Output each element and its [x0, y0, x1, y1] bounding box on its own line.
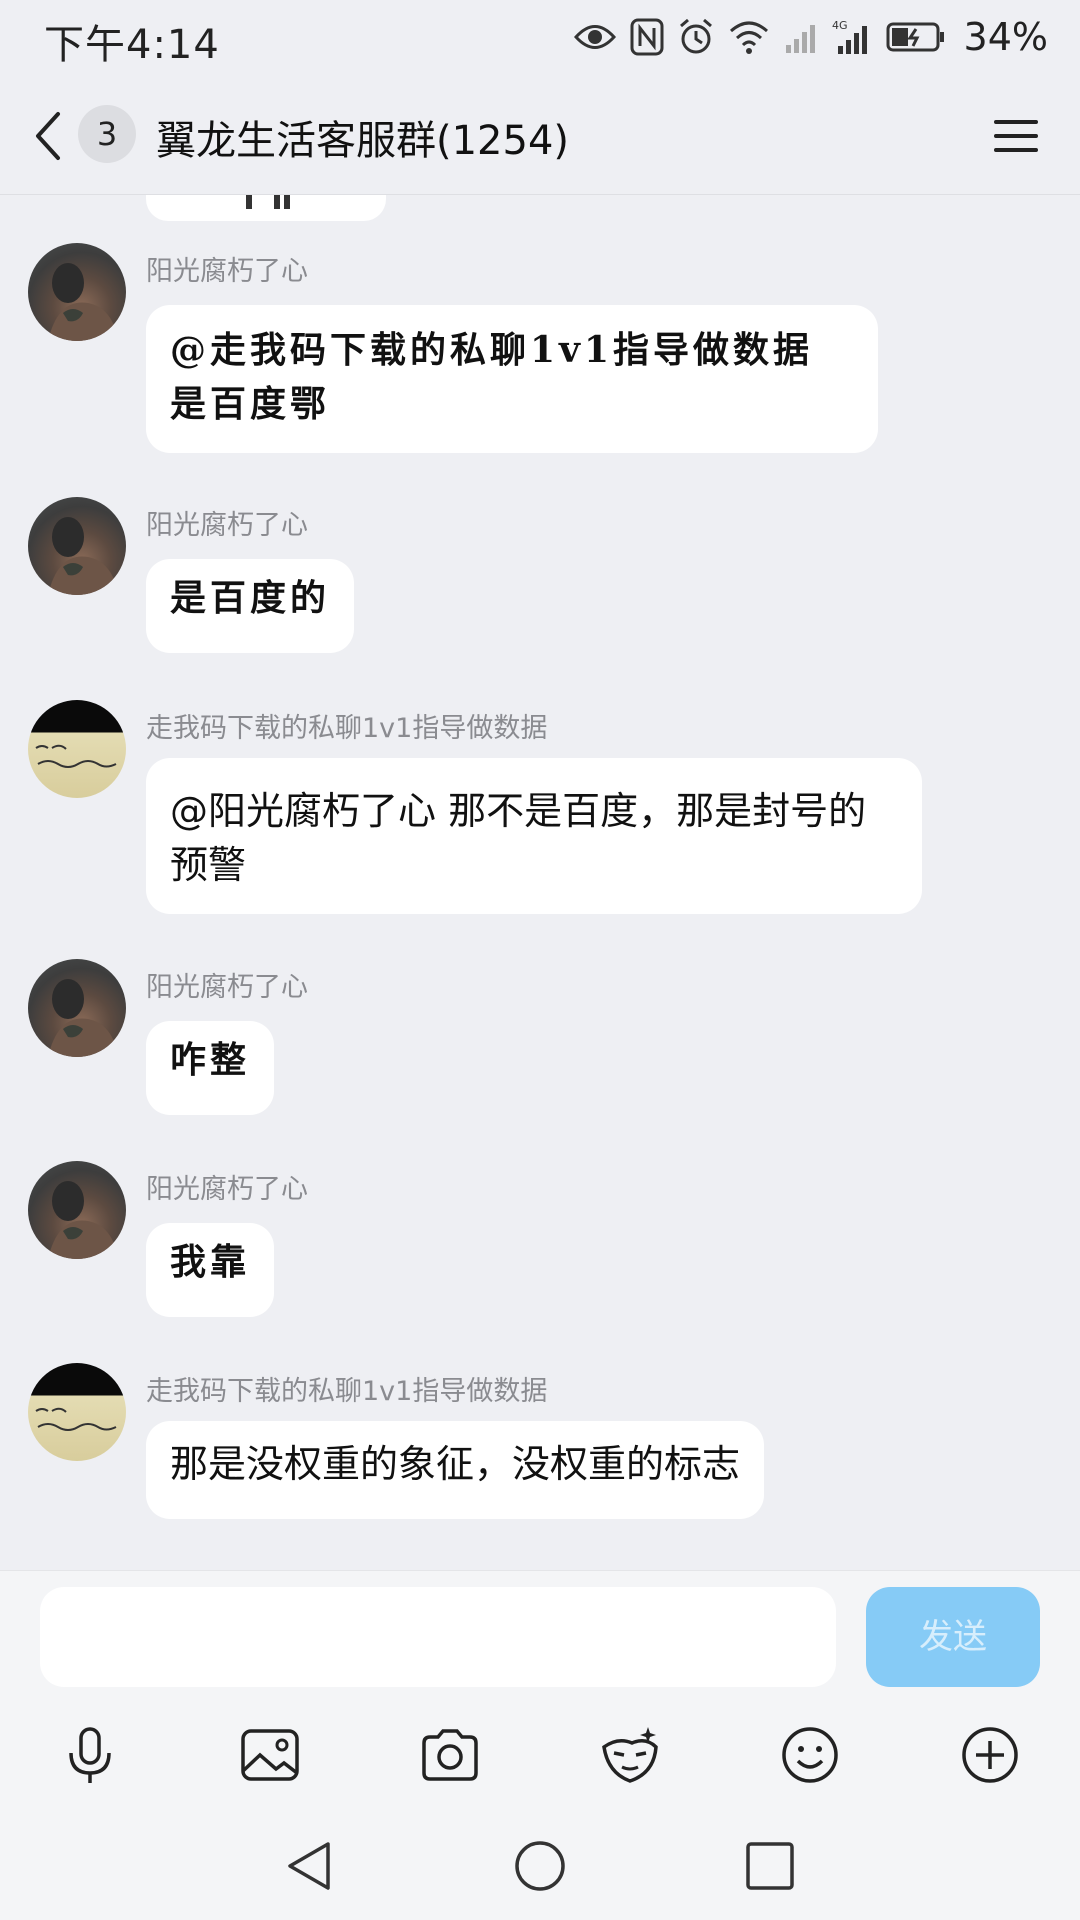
- avatar-handwriting[interactable]: [28, 700, 126, 798]
- message-list[interactable]: 阳光腐朽了心 @走我码下载的私聊1v1指导做数据 是百度鄂 阳光腐朽了心 是百度…: [0, 195, 1080, 1570]
- avatar-tattoo[interactable]: [28, 959, 126, 1057]
- partial-glyph: [274, 195, 280, 209]
- message-bubble[interactable]: 我靠: [146, 1223, 275, 1317]
- message-bubble[interactable]: @阳光腐朽了心 那不是百度，那是封号的预警: [146, 758, 922, 914]
- message-bubble[interactable]: 咋整: [146, 1021, 275, 1115]
- alarm-icon: [678, 18, 714, 56]
- microphone-button[interactable]: [58, 1723, 122, 1787]
- signal-4g-icon: 4G: [832, 18, 872, 56]
- battery-icon: [886, 21, 946, 53]
- sender-name: 阳光腐朽了心: [146, 972, 308, 1003]
- unread-count-badge[interactable]: 3: [78, 105, 136, 163]
- back-button[interactable]: [28, 104, 72, 168]
- nav-back-button[interactable]: [282, 1838, 338, 1894]
- square-recents-icon: [746, 1842, 794, 1890]
- message-bubble[interactable]: 是百度的: [146, 559, 355, 653]
- menu-icon: [994, 120, 1038, 152]
- nav-recents-button[interactable]: [742, 1838, 798, 1894]
- input-toolbar: [0, 1707, 1080, 1801]
- nav-home-button[interactable]: [512, 1838, 568, 1894]
- plus-button[interactable]: [958, 1723, 1022, 1787]
- sender-name: 走我码下载的私聊1v1指导做数据: [146, 713, 548, 744]
- eye-icon: [573, 22, 616, 52]
- chat-screen: 下午4:14 4G 34% 3 翼龙生活客服群(1254) 阳光腐朽了心 @走我…: [0, 0, 1080, 1920]
- status-icons: 4G 34%: [573, 12, 1048, 62]
- emoji-icon: [782, 1727, 838, 1783]
- camera-button[interactable]: [418, 1723, 482, 1787]
- sender-name: 阳光腐朽了心: [146, 1174, 308, 1205]
- circle-home-icon: [515, 1841, 565, 1891]
- message-input[interactable]: [40, 1587, 836, 1687]
- triangle-back-icon: [288, 1842, 330, 1890]
- battery-level: 34%: [963, 15, 1048, 59]
- chevron-left-icon: [36, 112, 60, 160]
- emoji-button[interactable]: [778, 1723, 842, 1787]
- image-button[interactable]: [238, 1723, 302, 1787]
- avatar-tattoo[interactable]: [28, 497, 126, 595]
- signal-empty-icon: [784, 19, 818, 55]
- camera-icon: [422, 1729, 478, 1781]
- partial-message-bubble: [146, 195, 386, 221]
- plus-icon: [962, 1727, 1018, 1783]
- avatar-tattoo[interactable]: [28, 1161, 126, 1259]
- image-icon: [241, 1729, 299, 1781]
- partial-glyph: [246, 195, 252, 209]
- face-effect-icon: [602, 1727, 658, 1783]
- face-effect-button[interactable]: [598, 1723, 662, 1787]
- sender-name: 阳光腐朽了心: [146, 510, 308, 541]
- sender-name: 走我码下载的私聊1v1指导做数据: [146, 1376, 548, 1407]
- status-time: 下午4:14: [44, 22, 220, 68]
- message-bubble[interactable]: @走我码下载的私聊1v1指导做数据 是百度鄂: [146, 305, 878, 453]
- avatar-handwriting[interactable]: [28, 1363, 126, 1461]
- microphone-icon: [69, 1727, 111, 1783]
- chat-title: 翼龙生活客服群(1254): [156, 118, 570, 164]
- partial-glyph: [284, 195, 290, 209]
- chat-header: 3 翼龙生活客服群(1254): [0, 78, 1080, 195]
- nfc-icon: [630, 18, 664, 56]
- sender-name: 阳光腐朽了心: [146, 256, 308, 287]
- wifi-icon: [728, 19, 770, 55]
- menu-button[interactable]: [992, 112, 1040, 160]
- send-button[interactable]: 发送: [866, 1587, 1040, 1687]
- svg-text:4G: 4G: [832, 19, 848, 32]
- status-bar: 下午4:14 4G 34%: [0, 0, 1080, 78]
- system-nav-bar: [0, 1810, 1080, 1920]
- avatar-tattoo[interactable]: [28, 243, 126, 341]
- message-bubble[interactable]: 那是没权重的象征，没权重的标志: [146, 1421, 765, 1519]
